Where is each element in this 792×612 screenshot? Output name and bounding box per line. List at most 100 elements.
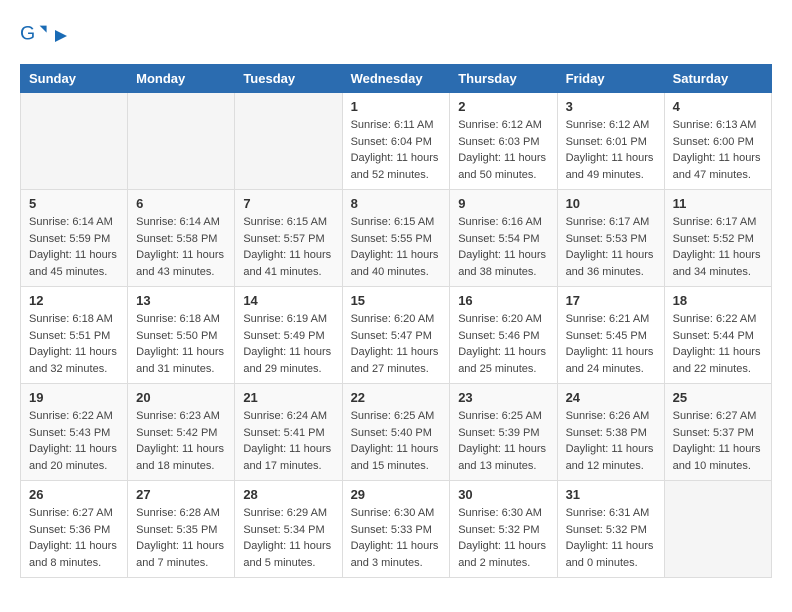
calendar-cell: 11Sunrise: 6:17 AMSunset: 5:52 PMDayligh… [664,190,771,287]
calendar-cell: 20 Sunrise: 6:23 AMSunset: 5:42 PMDayligh… [128,384,235,481]
calendar-cell: 22 Sunrise: 6:25 AMSunset: 5:40 PMDayligh… [342,384,450,481]
day-info: Sunrise: 6:27 AMSunset: 5:37 PMDaylight:… [673,408,763,474]
calendar-cell: 25 Sunrise: 6:27 AMSunset: 5:37 PMDayligh… [664,384,771,481]
day-number: 22 [351,390,442,405]
day-number: 20 [136,390,226,405]
calendar-cell: 7 Sunrise: 6:15 AMSunset: 5:57 PMDaylight… [235,190,342,287]
svg-text:G: G [20,23,35,45]
calendar-cell: 5 Sunrise: 6:14 AMSunset: 5:59 PMDaylight… [21,190,128,287]
day-info: Sunrise: 6:30 AMSunset: 5:33 PMDaylight:… [351,505,442,571]
day-info: Sunrise: 6:14 AMSunset: 5:59 PMDaylight:… [29,214,119,280]
day-info: Sunrise: 6:22 AMSunset: 5:43 PMDaylight:… [29,408,119,474]
calendar-cell: 27 Sunrise: 6:28 AMSunset: 5:35 PMDayligh… [128,481,235,578]
weekday-header-tuesday: Tuesday [235,65,342,93]
calendar-cell [664,481,771,578]
calendar-week-row: 12 Sunrise: 6:18 AMSunset: 5:51 PMDayligh… [21,287,772,384]
day-info: Sunrise: 6:12 AMSunset: 6:01 PMDaylight:… [566,117,656,183]
day-number: 9 [458,196,548,211]
day-number: 18 [673,293,763,308]
calendar-cell: 3 Sunrise: 6:12 AMSunset: 6:01 PMDaylight… [557,93,664,190]
day-number: 15 [351,293,442,308]
day-number: 12 [29,293,119,308]
day-info: Sunrise: 6:20 AMSunset: 5:46 PMDaylight:… [458,311,548,377]
day-number: 28 [243,487,333,502]
day-number: 19 [29,390,119,405]
day-info: Sunrise: 6:22 AMSunset: 5:44 PMDaylight:… [673,311,763,377]
day-info: Sunrise: 6:28 AMSunset: 5:35 PMDaylight:… [136,505,226,571]
calendar-cell: 10Sunrise: 6:17 AMSunset: 5:53 PMDayligh… [557,190,664,287]
day-number: 13 [136,293,226,308]
weekday-header-sunday: Sunday [21,65,128,93]
weekday-header-saturday: Saturday [664,65,771,93]
day-number: 8 [351,196,442,211]
calendar-cell: 8Sunrise: 6:15 AMSunset: 5:55 PMDaylight… [342,190,450,287]
logo-arrow-icon [53,28,69,44]
day-number: 23 [458,390,548,405]
day-number: 14 [243,293,333,308]
calendar-cell: 13 Sunrise: 6:18 AMSunset: 5:50 PMDayligh… [128,287,235,384]
calendar-cell: 6 Sunrise: 6:14 AMSunset: 5:58 PMDaylight… [128,190,235,287]
calendar-week-row: 26 Sunrise: 6:27 AMSunset: 5:36 PMDayligh… [21,481,772,578]
day-info: Sunrise: 6:18 AMSunset: 5:50 PMDaylight:… [136,311,226,377]
day-number: 24 [566,390,656,405]
calendar-cell: 30 Sunrise: 6:30 AMSunset: 5:32 PMDayligh… [450,481,557,578]
day-number: 6 [136,196,226,211]
day-info: Sunrise: 6:19 AMSunset: 5:49 PMDaylight:… [243,311,333,377]
day-info: Sunrise: 6:15 AMSunset: 5:57 PMDaylight:… [243,214,333,280]
calendar-cell [128,93,235,190]
day-number: 31 [566,487,656,502]
calendar-cell: 16Sunrise: 6:20 AMSunset: 5:46 PMDayligh… [450,287,557,384]
day-info: Sunrise: 6:25 AMSunset: 5:40 PMDaylight:… [351,408,442,474]
weekday-header-monday: Monday [128,65,235,93]
day-number: 30 [458,487,548,502]
calendar-cell: 24 Sunrise: 6:26 AMSunset: 5:38 PMDayligh… [557,384,664,481]
day-info: Sunrise: 6:31 AMSunset: 5:32 PMDaylight:… [566,505,656,571]
calendar-cell: 19 Sunrise: 6:22 AMSunset: 5:43 PMDayligh… [21,384,128,481]
day-number: 10 [566,196,656,211]
day-number: 17 [566,293,656,308]
day-info: Sunrise: 6:18 AMSunset: 5:51 PMDaylight:… [29,311,119,377]
day-info: Sunrise: 6:20 AMSunset: 5:47 PMDaylight:… [351,311,442,377]
calendar-table: SundayMondayTuesdayWednesdayThursdayFrid… [20,64,772,578]
calendar-cell: 29 Sunrise: 6:30 AMSunset: 5:33 PMDayligh… [342,481,450,578]
day-info: Sunrise: 6:16 AMSunset: 5:54 PMDaylight:… [458,214,548,280]
day-info: Sunrise: 6:13 AMSunset: 6:00 PMDaylight:… [673,117,763,183]
calendar-header-row: SundayMondayTuesdayWednesdayThursdayFrid… [21,65,772,93]
day-info: Sunrise: 6:30 AMSunset: 5:32 PMDaylight:… [458,505,548,571]
day-info: Sunrise: 6:11 AMSunset: 6:04 PMDaylight:… [351,117,442,183]
calendar-cell: 26 Sunrise: 6:27 AMSunset: 5:36 PMDayligh… [21,481,128,578]
day-number: 26 [29,487,119,502]
day-info: Sunrise: 6:23 AMSunset: 5:42 PMDaylight:… [136,408,226,474]
calendar-week-row: 5 Sunrise: 6:14 AMSunset: 5:59 PMDaylight… [21,190,772,287]
day-number: 4 [673,99,763,114]
day-number: 2 [458,99,548,114]
day-number: 25 [673,390,763,405]
calendar-cell: 1 Sunrise: 6:11 AMSunset: 6:04 PMDaylight… [342,93,450,190]
day-info: Sunrise: 6:27 AMSunset: 5:36 PMDaylight:… [29,505,119,571]
calendar-cell: 23 Sunrise: 6:25 AMSunset: 5:39 PMDayligh… [450,384,557,481]
day-number: 5 [29,196,119,211]
day-info: Sunrise: 6:25 AMSunset: 5:39 PMDaylight:… [458,408,548,474]
day-number: 1 [351,99,442,114]
weekday-header-thursday: Thursday [450,65,557,93]
calendar-cell: 28 Sunrise: 6:29 AMSunset: 5:34 PMDayligh… [235,481,342,578]
calendar-cell: 4 Sunrise: 6:13 AMSunset: 6:00 PMDaylight… [664,93,771,190]
calendar-cell: 9 Sunrise: 6:16 AMSunset: 5:54 PMDaylight… [450,190,557,287]
day-number: 29 [351,487,442,502]
calendar-cell [235,93,342,190]
logo: G [20,20,69,48]
calendar-cell: 21Sunrise: 6:24 AMSunset: 5:41 PMDayligh… [235,384,342,481]
day-info: Sunrise: 6:26 AMSunset: 5:38 PMDaylight:… [566,408,656,474]
day-number: 3 [566,99,656,114]
calendar-cell: 15 Sunrise: 6:20 AMSunset: 5:47 PMDayligh… [342,287,450,384]
day-number: 7 [243,196,333,211]
calendar-cell: 14 Sunrise: 6:19 AMSunset: 5:49 PMDayligh… [235,287,342,384]
calendar-cell: 18 Sunrise: 6:22 AMSunset: 5:44 PMDayligh… [664,287,771,384]
day-info: Sunrise: 6:29 AMSunset: 5:34 PMDaylight:… [243,505,333,571]
day-info: Sunrise: 6:14 AMSunset: 5:58 PMDaylight:… [136,214,226,280]
day-number: 27 [136,487,226,502]
day-info: Sunrise: 6:17 AMSunset: 5:52 PMDaylight:… [673,214,763,280]
weekday-header-friday: Friday [557,65,664,93]
day-info: Sunrise: 6:21 AMSunset: 5:45 PMDaylight:… [566,311,656,377]
page-header: G [20,20,772,48]
